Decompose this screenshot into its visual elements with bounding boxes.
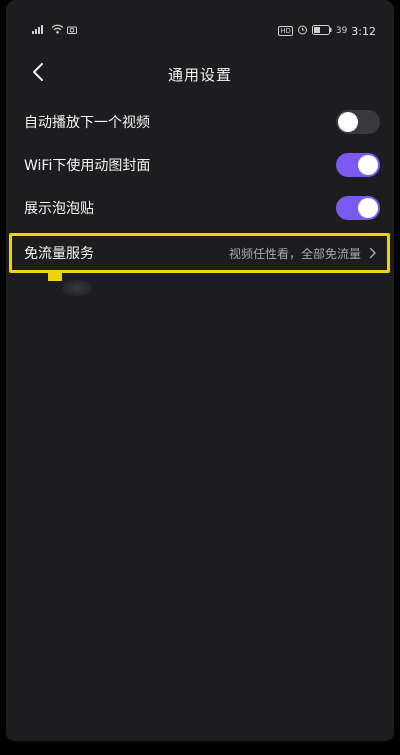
touch-shadow [62,280,92,296]
setting-row-bubble-sticker: 展示泡泡贴 [6,186,394,229]
bubble-sticker-toggle[interactable] [336,195,380,220]
phone-frame: HD 39 3:12 通用设置 自动播放下一个视频 WiFi下使用动图封面 展示… [0,0,400,755]
camera-icon [67,25,77,37]
wifi-cover-toggle[interactable] [336,152,380,177]
chevron-right-icon [369,246,379,260]
settings-list: 自动播放下一个视频 WiFi下使用动图封面 展示泡泡贴 免流量服务 视频任性看，… [6,100,394,296]
setting-label: WiFi下使用动图封面 [24,157,151,174]
alarm-icon [297,24,308,38]
free-data-service-row[interactable]: 免流量服务 视频任性看，全部免流量 [9,233,390,296]
setting-label: 展示泡泡贴 [24,200,94,217]
highlight-marker [48,273,62,281]
signal-icon [32,24,48,37]
status-left [32,24,77,37]
status-time: 3:12 [351,24,376,38]
status-right: HD 39 3:12 [278,24,376,38]
autoplay-toggle[interactable] [336,109,380,134]
battery-icon [311,24,332,38]
battery-level: 39 [335,26,348,36]
nav-bar: 通用设置 [6,56,394,92]
toggle-knob [338,111,358,132]
wifi-icon [51,24,64,37]
screen: HD 39 3:12 通用设置 自动播放下一个视频 WiFi下使用动图封面 展示… [6,0,394,741]
setting-row-autoplay: 自动播放下一个视频 [6,100,394,143]
service-description: 视频任性看，全部免流量 [228,246,361,261]
setting-label: 自动播放下一个视频 [24,114,150,131]
hd-badge: HD [278,26,293,36]
status-bar: HD 39 3:12 [6,24,394,38]
setting-row-wifi-cover: WiFi下使用动图封面 [6,143,394,186]
toggle-knob [358,197,378,218]
service-label: 免流量服务 [24,246,94,262]
toggle-knob [358,154,378,175]
page-title: 通用设置 [167,66,232,84]
